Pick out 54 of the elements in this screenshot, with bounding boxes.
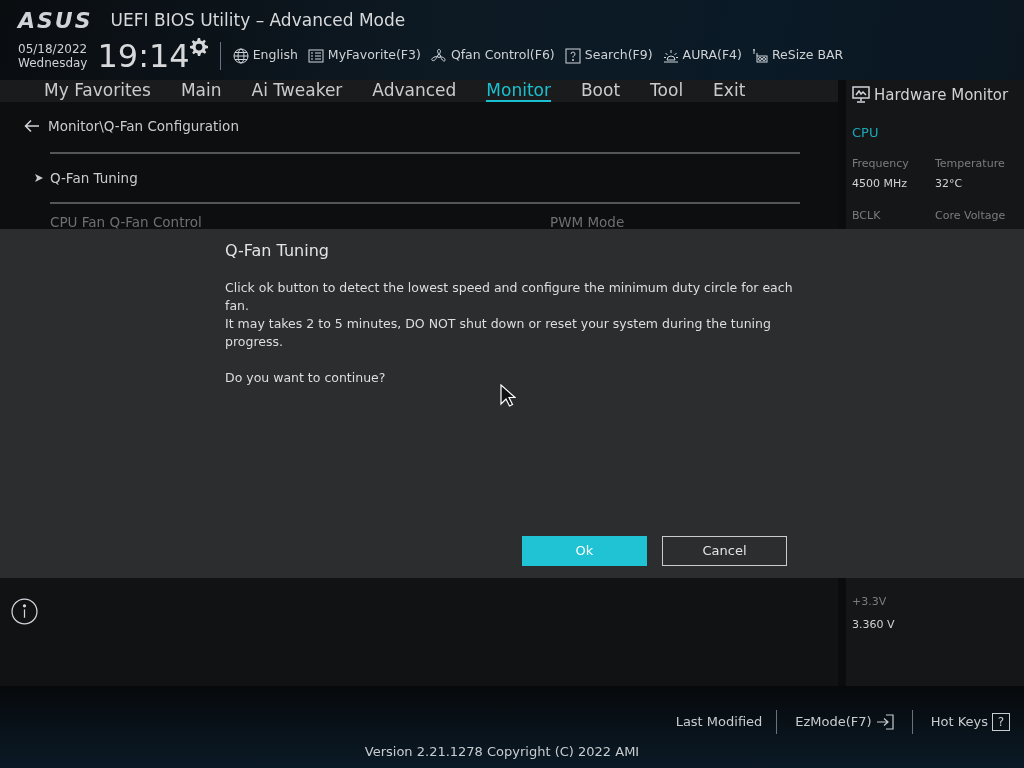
toolbar-button[interactable]: AURA(F4): [662, 46, 742, 65]
gear-icon[interactable]: [189, 37, 208, 56]
submenu-arrow-icon: [35, 174, 43, 183]
light-icon: [662, 47, 679, 64]
reading-label: BCLK: [852, 208, 882, 224]
question-icon: [564, 47, 581, 64]
reading-value: 32°C: [935, 175, 964, 192]
reading-label: +3.3V: [852, 594, 888, 610]
reading-value: 3.360 V: [852, 616, 896, 633]
panel-title: Hardware Monitor: [874, 85, 1009, 106]
version-text: Version 2.21.1278 Copyright (C) 2022 AMI: [364, 743, 640, 761]
menu-tab[interactable]: My Favorites: [44, 80, 151, 102]
globe-icon: [232, 47, 249, 64]
card-icon: [751, 47, 768, 64]
dialog-button[interactable]: Cancel: [662, 536, 787, 566]
menu-tab[interactable]: Exit: [713, 80, 746, 102]
menu-tab[interactable]: Ai Tweaker: [251, 80, 343, 102]
info-icon: [11, 598, 38, 625]
reading-label: Frequency: [852, 156, 910, 172]
back-arrow-icon[interactable]: [24, 119, 40, 134]
setting-label: CPU Fan Q-Fan Control: [50, 213, 203, 229]
submenu-item[interactable]: Q-Fan Tuning: [50, 168, 138, 189]
toolbar-button[interactable]: MyFavorite(F3): [307, 46, 421, 65]
reading-label: Core Voltage: [935, 208, 1007, 224]
menu-tab[interactable]: Monitor: [486, 80, 551, 102]
ez-mode-button[interactable]: EzMode(F7): [777, 712, 912, 732]
toolbar-button[interactable]: English: [232, 46, 298, 65]
toolbar-button[interactable]: Qfan Control(F6): [430, 46, 555, 65]
brand-logo: ASUS: [18, 9, 93, 32]
breadcrumb-path: Monitor\Q-Fan Configuration: [48, 117, 239, 136]
monitor-icon: [852, 86, 870, 105]
fan-icon: [430, 47, 447, 64]
toolbar-button[interactable]: Search(F9): [564, 46, 653, 65]
menu-tab[interactable]: Tool: [650, 80, 684, 102]
exit-arrow-icon: [875, 714, 894, 730]
reading-value: 4500 MHz: [852, 175, 909, 192]
menu-tab[interactable]: Boot: [580, 80, 621, 102]
setting-value: PWM Mode: [550, 213, 625, 229]
date-text: 05/18/2022: [18, 41, 88, 56]
section-heading: CPU: [852, 123, 880, 142]
toolbar-button[interactable]: ReSize BAR: [751, 46, 844, 65]
hot-keys-button[interactable]: Hot Keys ?: [912, 712, 1010, 732]
dialog-message: Do you want to continue?: [225, 369, 387, 387]
menu-tab[interactable]: Main: [180, 80, 222, 102]
dialog-message: Click ok button to detect the lowest speed and configure the minimum duty circle for each fan. It may takes 2 to 5 minutes, DO NOT shut down or reset your system during the tuning progress.: [225, 279, 794, 351]
menu-tab[interactable]: Advanced: [372, 80, 457, 102]
last-modified-button[interactable]: Last Modified: [661, 712, 777, 732]
dialog-title: Q-Fan Tuning: [225, 240, 330, 262]
list-icon: [307, 47, 324, 64]
mouse-cursor-icon: [500, 384, 516, 408]
clock-time: 19:14: [97, 39, 190, 72]
window-title: UEFI BIOS Utility – Advanced Mode: [110, 9, 406, 32]
day-text: Wednesday: [18, 55, 88, 70]
reading-label: Temperature: [935, 156, 1006, 172]
